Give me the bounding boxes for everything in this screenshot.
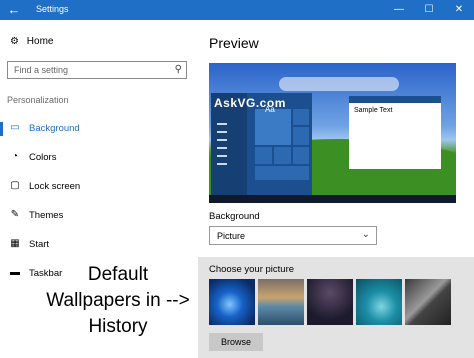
- palette-icon: ◔: [11, 151, 19, 162]
- gear-icon: ⚙: [10, 36, 19, 47]
- preview-tile: [255, 109, 291, 145]
- window-title: Settings: [36, 4, 69, 14]
- picture-icon: ▭: [10, 122, 20, 133]
- browse-button[interactable]: Browse: [209, 333, 263, 351]
- home-label: Home: [26, 36, 54, 47]
- close-button[interactable]: ✕: [444, 0, 474, 20]
- sidebar-item-background[interactable]: ▭ Background: [0, 118, 198, 140]
- annotation-line: Default: [87, 264, 149, 285]
- sidebar-item-label: Themes: [29, 210, 64, 221]
- sidebar-item-label: Background: [29, 123, 80, 134]
- preview-list-line: [217, 147, 227, 149]
- preview-sample-text: Sample Text: [354, 107, 393, 114]
- taskbar-icon: ▬: [10, 267, 20, 278]
- search-input[interactable]: Find a setting ⚲: [7, 61, 187, 79]
- wallpaper-thumbnail[interactable]: [209, 279, 255, 325]
- preview-tile: [255, 166, 309, 180]
- annotation-text: Default Wallpapers in --> History: [38, 262, 198, 340]
- preview-cloud: [279, 77, 399, 91]
- preview-taskbar: [209, 195, 456, 203]
- lock-screen-icon: ▢: [10, 180, 20, 191]
- preview-tile: [274, 147, 291, 164]
- wallpaper-thumbnail[interactable]: [258, 279, 304, 325]
- sidebar-item-label: Start: [29, 239, 50, 250]
- preview-list-line: [217, 139, 227, 141]
- background-label: Background: [209, 211, 260, 222]
- preview-list-line: [217, 163, 227, 165]
- chevron-down-icon: ⌄: [361, 229, 370, 240]
- search-icon[interactable]: ⚲: [175, 64, 182, 75]
- start-icon: ▦: [10, 238, 20, 249]
- home-link[interactable]: ⚙ Home: [10, 36, 53, 47]
- preview-tile: [255, 147, 272, 164]
- page-title: Preview: [209, 35, 259, 51]
- title-bar: ← Settings — ☐ ✕: [0, 0, 474, 20]
- choose-picture-panel: Choose your picture Browse: [198, 257, 474, 358]
- brush-icon: ✎: [10, 209, 20, 220]
- sidebar-item-colors[interactable]: ◔ Colors: [0, 147, 198, 169]
- sidebar-item-lock-screen[interactable]: ▢ Lock screen: [0, 176, 198, 198]
- preview-list-line: [217, 131, 227, 133]
- main-content: Preview Aa AskVG.com Sample Text Backgro…: [198, 20, 474, 358]
- watermark-text: AskVG.com: [214, 96, 286, 110]
- wallpaper-thumbnail[interactable]: [356, 279, 402, 325]
- sidebar-item-label: Lock screen: [29, 181, 81, 192]
- wallpaper-thumbnail[interactable]: [405, 279, 451, 325]
- maximize-button[interactable]: ☐: [414, 0, 444, 20]
- background-dropdown[interactable]: Picture ⌄: [209, 226, 377, 245]
- back-arrow-icon[interactable]: ←: [0, 0, 28, 20]
- sidebar-item-themes[interactable]: ✎ Themes: [0, 205, 198, 227]
- preview-list-line: [217, 123, 227, 125]
- preview-tile: [293, 109, 309, 125]
- sidebar-item-label: Colors: [29, 152, 57, 163]
- choose-picture-label: Choose your picture: [209, 264, 295, 275]
- section-heading: Personalization: [7, 95, 69, 105]
- search-placeholder: Find a setting: [14, 65, 69, 75]
- preview-tile: [293, 127, 309, 145]
- annotation-line: History: [88, 316, 148, 337]
- wallpaper-thumbnail[interactable]: [307, 279, 353, 325]
- preview-tile: [293, 147, 309, 164]
- sidebar-item-start[interactable]: ▦ Start: [0, 234, 198, 256]
- minimize-button[interactable]: —: [384, 0, 414, 20]
- active-indicator: [0, 122, 3, 136]
- background-dropdown-value: Picture: [217, 231, 246, 241]
- annotation-line: Wallpapers in -->: [46, 290, 190, 311]
- desktop-preview: Aa AskVG.com Sample Text: [209, 63, 456, 203]
- preview-list-line: [217, 155, 227, 157]
